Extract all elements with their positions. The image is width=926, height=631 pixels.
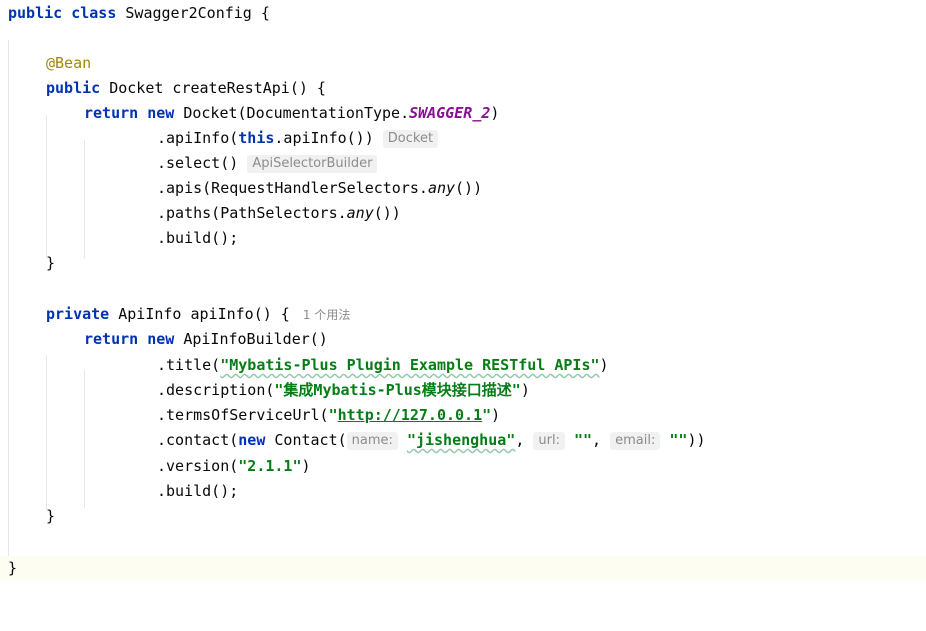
code-line: .apis(RequestHandlerSelectors.any()) (0, 176, 926, 201)
method-call: .description( (157, 381, 275, 399)
method-call: .termsOfServiceUrl( (157, 406, 329, 424)
type-hint: Docket (382, 130, 439, 148)
code-line: .description("集成Mybatis-Plus模块接口描述") (0, 378, 926, 403)
code-line: .apiInfo(this.apiInfo()) Docket (0, 126, 926, 151)
paren: ) (301, 457, 311, 475)
constructor-call: Contact( (265, 431, 347, 449)
code-line: public Docket createRestApi() { (0, 76, 926, 101)
code-line: } (0, 251, 926, 276)
code-line: .build(); (0, 479, 926, 504)
string-literal: "Mybatis-Plus Plugin Example RESTful API… (220, 356, 600, 374)
paren: ) (491, 406, 501, 424)
paren: ) (490, 104, 500, 122)
comma: , (515, 431, 534, 449)
code-line: } (0, 504, 926, 529)
brace: { (260, 4, 270, 22)
method-call: .contact( (157, 431, 239, 449)
class-name: Swagger2Config (125, 4, 252, 22)
code-editor[interactable]: public class Swagger2Config { @Bean publ… (0, 0, 926, 584)
code-line: return new Docket(DocumentationType.SWAG… (0, 101, 926, 126)
constructor-call: ApiInfoBuilder() (183, 330, 328, 348)
string-literal: "" (573, 431, 593, 449)
brace: } (46, 254, 56, 272)
param-hint: url: (533, 432, 565, 450)
string-quote: " (482, 406, 492, 424)
paren: ) (520, 381, 530, 399)
method-call: .paths(PathSelectors. (157, 204, 347, 222)
code-line: public class Swagger2Config { (0, 1, 926, 26)
brace: } (8, 559, 18, 577)
type-hint: ApiSelectorBuilder (247, 155, 378, 173)
code-line: .paths(PathSelectors.any()) (0, 201, 926, 226)
url-link[interactable]: http://127.0.0.1 (338, 406, 483, 424)
string-literal: "jishenghua" (406, 431, 516, 449)
code-line: .title("Mybatis-Plus Plugin Example REST… (0, 353, 926, 378)
code-line: .select() ApiSelectorBuilder (0, 151, 926, 176)
method-call: .build(); (157, 229, 239, 247)
code-line: @Bean (0, 51, 926, 76)
paren: ) (599, 356, 609, 374)
string-quote: " (328, 406, 338, 424)
keyword: public (46, 79, 101, 97)
keyword: new (238, 431, 266, 449)
keyword: public class (8, 4, 117, 22)
current-line[interactable]: } (0, 556, 926, 581)
brace: } (46, 507, 56, 525)
comma: , (592, 431, 611, 449)
param-hint: name: (346, 432, 398, 450)
method-call: .select() (157, 154, 239, 172)
keyword: private (46, 305, 110, 323)
static-method: any (346, 204, 374, 222)
paren: ()) (373, 204, 401, 222)
keyword: this (238, 129, 275, 147)
keyword: new (147, 104, 175, 122)
code-line: .version("2.1.1") (0, 454, 926, 479)
method-call: .version( (157, 457, 239, 475)
constructor-call: Docket(DocumentationType. (183, 104, 410, 122)
keyword: new (147, 330, 175, 348)
paren: ()) (455, 179, 483, 197)
method-call: .title( (157, 356, 221, 374)
string-literal: "2.1.1" (238, 457, 302, 475)
static-method: any (427, 179, 456, 197)
method-call: .build(); (157, 482, 239, 500)
usage-hint[interactable]: 1 个用法 (303, 308, 350, 322)
method-call: .apiInfo( (157, 129, 239, 147)
paren: )) (687, 431, 706, 449)
annotation: @Bean (46, 54, 92, 72)
param-hint: email: (610, 432, 661, 450)
method-signature: ApiInfo apiInfo() { (118, 305, 290, 323)
method-signature: Docket createRestApi() { (109, 79, 326, 97)
code-line: private ApiInfo apiInfo() { 1 个用法 (0, 302, 926, 327)
code-line: .build(); (0, 226, 926, 251)
keyword: return (84, 104, 139, 122)
code-line: .contact(new Contact(name: "jishenghua",… (0, 428, 926, 453)
string-literal: "" (669, 431, 688, 449)
string-literal: "集成Mybatis-Plus模块接口描述" (274, 381, 521, 399)
keyword: return (84, 330, 139, 348)
static-field: SWAGGER_2 (409, 104, 491, 122)
method-call: .apiInfo()) (274, 129, 374, 147)
code-line: return new ApiInfoBuilder() (0, 327, 926, 352)
code-line: .termsOfServiceUrl("http://127.0.0.1") (0, 403, 926, 428)
method-call: .apis(RequestHandlerSelectors. (157, 179, 428, 197)
